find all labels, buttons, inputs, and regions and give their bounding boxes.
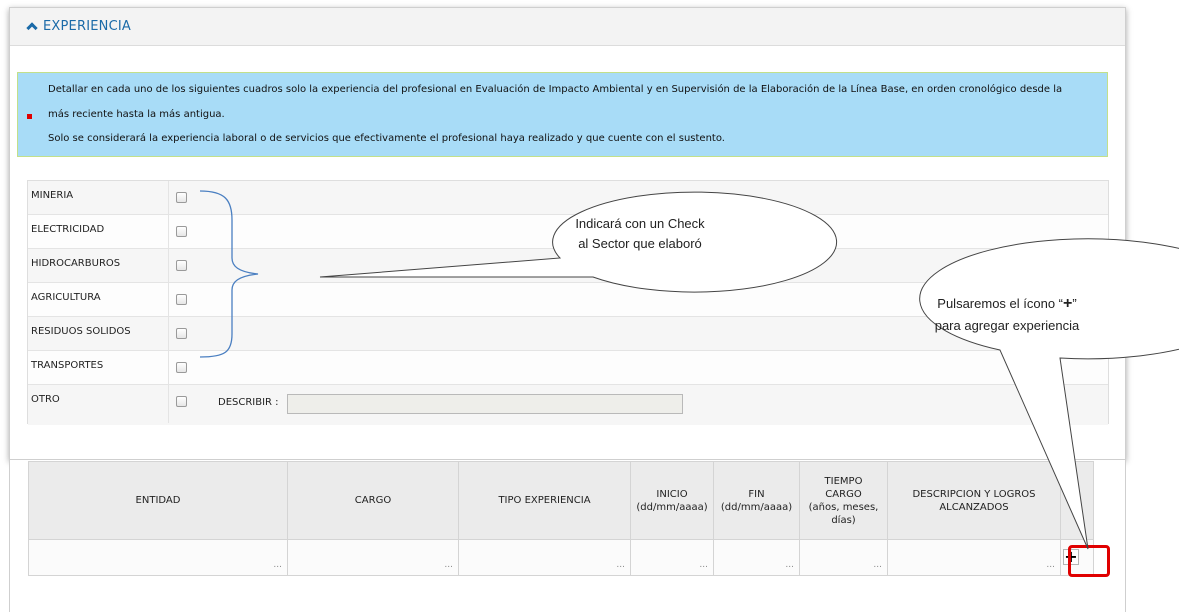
sector-label: TRANSPORTES (31, 360, 104, 371)
col-fin: FIN (dd/mm/aaaa) (713, 461, 800, 540)
col-actions (1060, 461, 1094, 540)
col-tipo-experiencia: TIPO EXPERIENCIA (458, 461, 631, 540)
cell-cargo[interactable]: ... (287, 539, 459, 576)
cell-fin[interactable]: ... (713, 539, 800, 576)
highlight-box (1068, 545, 1110, 577)
column-divider (168, 181, 169, 423)
cell-descripcion-logros[interactable]: ... (887, 539, 1061, 576)
sector-checkbox-mineria[interactable] (176, 192, 187, 203)
sector-row-agricultura: AGRICULTURA (28, 283, 1108, 317)
sector-checkbox-residuos-solidos[interactable] (176, 328, 187, 339)
col-cargo: CARGO (287, 461, 459, 540)
describir-input[interactable] (287, 394, 683, 414)
sector-checkbox-hidrocarburos[interactable] (176, 260, 187, 271)
experience-table: ENTIDAD CARGO TIPO EXPERIENCIA INICIO (dd… (28, 461, 1094, 576)
section-title: EXPERIENCIA (43, 19, 131, 34)
col-entidad: ENTIDAD (28, 461, 288, 540)
col-tiempo-cargo: TIEMPO CARGO (años, meses, días) (799, 461, 888, 540)
info-line-3: Solo se considerará la experiencia labor… (48, 133, 725, 144)
bullet-icon (27, 114, 32, 119)
cell-inicio[interactable]: ... (630, 539, 714, 576)
sector-label: AGRICULTURA (31, 292, 101, 303)
chevron-up-icon[interactable] (26, 22, 38, 34)
sector-row-transportes: TRANSPORTES (28, 351, 1108, 385)
sector-checkbox-transportes[interactable] (176, 362, 187, 373)
sector-row-otro: OTRO DESCRIBIR : (28, 385, 1108, 425)
sector-label: HIDROCARBUROS (31, 258, 121, 269)
sector-checkbox-electricidad[interactable] (176, 226, 187, 237)
sector-row-mineria: MINERIA (28, 181, 1108, 215)
cell-tiempo-cargo[interactable]: ... (799, 539, 888, 576)
sector-label: RESIDUOS SOLIDOS (31, 326, 131, 337)
col-descripcion-logros: DESCRIPCION Y LOGROS ALCANZADOS (887, 461, 1061, 540)
col-inicio: INICIO (dd/mm/aaaa) (630, 461, 714, 540)
table-row: ... ... ... ... ... ... ... + (28, 539, 1094, 576)
sector-checkbox-otro[interactable] (176, 396, 187, 407)
sector-checkbox-agricultura[interactable] (176, 294, 187, 305)
table-header-row: ENTIDAD CARGO TIPO EXPERIENCIA INICIO (dd… (28, 461, 1094, 540)
sector-row-hidrocarburos: HIDROCARBUROS (28, 249, 1108, 283)
info-line-2: más reciente hasta la más antigua. (48, 109, 225, 120)
sector-label: OTRO (31, 394, 60, 405)
cell-tipo-experiencia[interactable]: ... (458, 539, 631, 576)
cell-entidad[interactable]: ... (28, 539, 288, 576)
sector-checklist: MINERIA ELECTRICIDAD HIDROCARBUROS AGRIC… (27, 180, 1109, 425)
sector-label: MINERIA (31, 190, 74, 201)
sector-label: ELECTRICIDAD (31, 224, 105, 235)
describir-label: DESCRIBIR : (218, 397, 279, 408)
info-line-1: Detallar en cada uno de los siguientes c… (48, 84, 1063, 95)
sector-row-electricidad: ELECTRICIDAD (28, 215, 1108, 249)
sector-row-residuos-solidos: RESIDUOS SOLIDOS (28, 317, 1108, 351)
panel-header-experiencia[interactable]: EXPERIENCIA (10, 8, 1125, 46)
info-notice: Detallar en cada uno de los siguientes c… (17, 72, 1108, 157)
